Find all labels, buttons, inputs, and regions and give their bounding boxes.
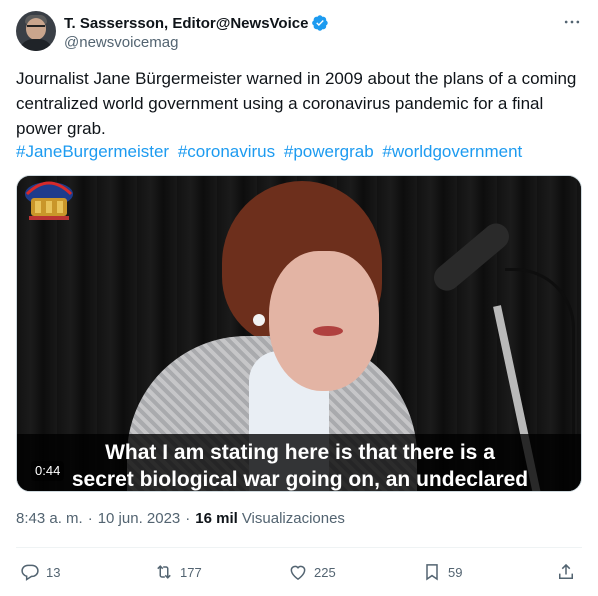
video-person-face <box>269 251 379 391</box>
hashtag-link[interactable]: #worldgovernment <box>382 142 522 161</box>
meta-separator: · <box>87 510 93 527</box>
like-count: 225 <box>314 564 336 580</box>
video-person-earring <box>253 314 265 326</box>
retweet-count: 177 <box>180 564 202 580</box>
channel-logo-icon <box>25 181 73 220</box>
tweet-date[interactable]: 10 jun. 2023 <box>98 510 181 527</box>
reply-count: 13 <box>46 564 61 580</box>
tweet-text: Journalist Jane Bürgermeister warned in … <box>16 69 577 138</box>
hashtag-link[interactable]: #JaneBurgermeister <box>16 142 169 161</box>
retweet-icon <box>157 565 171 579</box>
meta-separator: · <box>185 510 191 527</box>
subtitle-line-1: What I am stating here is that there is … <box>105 441 495 464</box>
verified-badge-icon <box>311 14 329 32</box>
reply-icon <box>21 564 39 581</box>
tweet-card: T. Sassersson, Editor@NewsVoice @newsvoi… <box>0 0 598 596</box>
like-button[interactable]: 225 <box>288 560 336 584</box>
share-icon <box>559 563 573 579</box>
tweet-meta: 8:43 a. m. · 10 jun. 2023 · 16 mil Visua… <box>16 510 345 527</box>
tweet-time[interactable]: 8:43 a. m. <box>16 510 83 527</box>
author-display-name[interactable]: T. Sassersson, Editor@NewsVoice <box>64 15 308 32</box>
video-person-lips <box>313 326 343 336</box>
share-button[interactable] <box>556 560 576 584</box>
views-count: 16 mil <box>195 510 238 527</box>
bookmark-count: 59 <box>448 564 463 580</box>
views-label: Visualizaciones <box>241 510 345 527</box>
retweet-button[interactable]: 177 <box>154 560 202 584</box>
divider <box>16 547 582 548</box>
hashtag-link[interactable]: #powergrab <box>284 142 374 161</box>
video-player[interactable]: What I am stating here is that there is … <box>16 175 582 492</box>
hashtag-list: #JaneBurgermeister #coronavirus #powergr… <box>16 139 526 164</box>
bookmark-icon <box>426 564 438 581</box>
action-bar: 13 177 225 59 <box>20 560 582 584</box>
reply-button[interactable]: 13 <box>20 560 60 584</box>
avatar[interactable] <box>16 11 56 51</box>
bookmark-button[interactable]: 59 <box>422 560 462 584</box>
more-horizontal-icon[interactable] <box>560 12 584 32</box>
author-name-row[interactable]: T. Sassersson, Editor@NewsVoice <box>64 13 329 33</box>
video-duration: 0:44 <box>31 461 65 481</box>
hashtag-link[interactable]: #coronavirus <box>178 142 275 161</box>
author-handle[interactable]: @newsvoicemag <box>64 34 178 51</box>
heart-icon <box>290 565 306 580</box>
subtitle-line-2: secret biological war going on, an undec… <box>71 468 529 491</box>
